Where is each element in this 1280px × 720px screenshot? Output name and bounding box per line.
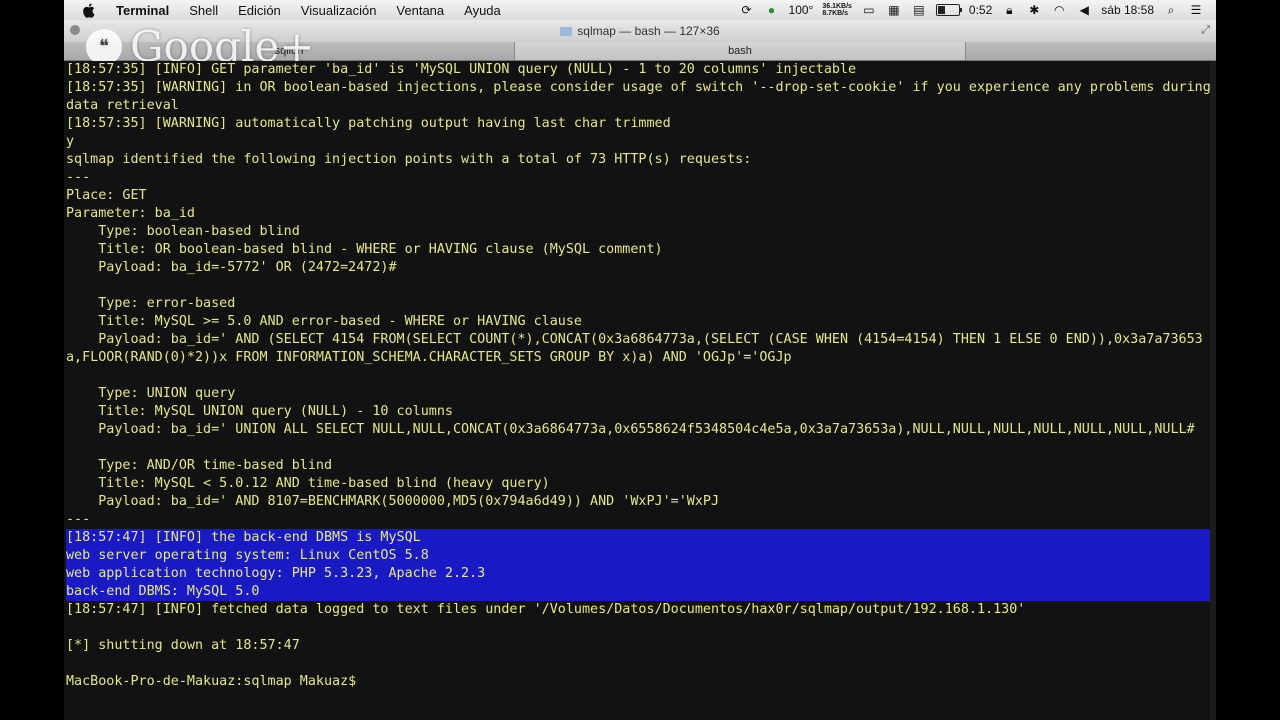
menu-edicion[interactable]: Edición bbox=[228, 3, 291, 18]
shell-prompt[interactable]: MacBook-Pro-de-Makuaz:sqlmap Makuaz$ bbox=[66, 673, 1212, 691]
hangouts-icon: ❝ bbox=[86, 28, 122, 65]
network-speed[interactable]: 36.1KB/s 8.7KB/s bbox=[822, 3, 852, 17]
output-line: [18:57:47] [INFO] fetched data logged to… bbox=[66, 602, 1026, 617]
status-area: ⟳ ● 100° 36.1KB/s 8.7KB/s ▭ ▦ ▤ 0:52 🔒︎ … bbox=[739, 2, 1216, 18]
output-line: Payload: ba_id=' AND (SELECT 4154 FROM(S… bbox=[66, 332, 1203, 365]
output-line: Title: MySQL >= 5.0 AND error-based - WH… bbox=[66, 314, 582, 329]
grid-icon[interactable]: ▦ bbox=[886, 2, 902, 18]
lock-icon[interactable]: 🔒︎ bbox=[1001, 2, 1017, 18]
output-line: Type: AND/OR time-based blind bbox=[66, 458, 333, 473]
output-line: --- bbox=[66, 512, 91, 527]
menu-shell[interactable]: Shell bbox=[179, 3, 228, 18]
volume-icon[interactable]: ◀︎ bbox=[1076, 2, 1092, 18]
net-up: 36.1KB/s bbox=[822, 3, 852, 10]
output-line: Payload: ba_id=' UNION ALL SELECT NULL,N… bbox=[66, 422, 1195, 437]
folder-icon bbox=[560, 26, 573, 36]
terminal-view[interactable]: [18:57:35] [INFO] GET parameter 'ba_id' … bbox=[64, 61, 1216, 720]
output-line: [18:57:35] [WARNING] in OR boolean-based… bbox=[66, 80, 1211, 113]
wifi-icon[interactable]: ◠ bbox=[1051, 2, 1067, 18]
output-line: Type: error-based bbox=[66, 296, 236, 311]
output-line: sqlmap identified the following injectio… bbox=[66, 152, 752, 167]
monitor-icon[interactable]: ▭ bbox=[861, 2, 877, 18]
zoom-level[interactable]: 100° bbox=[789, 3, 814, 17]
notifications-icon[interactable]: ☰ bbox=[1188, 2, 1204, 18]
window-icon[interactable]: ▤ bbox=[911, 2, 927, 18]
menubar: Terminal Shell Edición Visualización Ven… bbox=[64, 0, 1216, 21]
selected-output-line: [18:57:47] [INFO] the back-end DBMS is M… bbox=[66, 529, 1212, 547]
menu-visualizacion[interactable]: Visualización bbox=[291, 3, 387, 18]
battery-time[interactable]: 0:52 bbox=[969, 3, 992, 17]
output-line: Parameter: ba_id bbox=[66, 206, 195, 221]
output-line: Type: boolean-based blind bbox=[66, 224, 300, 239]
battery-icon[interactable] bbox=[935, 4, 962, 16]
sync-icon[interactable]: ⟳ bbox=[739, 2, 755, 18]
output-line: y bbox=[66, 134, 75, 149]
hangouts-status-icon[interactable]: ● bbox=[764, 2, 780, 18]
bluetooth-icon[interactable]: ✱ bbox=[1026, 2, 1042, 18]
output-line: [18:57:35] [INFO] GET parameter 'ba_id' … bbox=[66, 62, 857, 77]
search-icon[interactable]: ⌕ bbox=[1163, 2, 1179, 18]
output-line: Payload: ba_id=-5772' OR (2472=2472)# bbox=[66, 260, 397, 275]
menu-terminal[interactable]: Terminal bbox=[106, 3, 179, 18]
output-line: Title: OR boolean-based blind - WHERE or… bbox=[66, 242, 663, 257]
output-line: Place: GET bbox=[66, 188, 147, 203]
tab-bash[interactable]: bash bbox=[515, 42, 966, 60]
output-line: [*] shutting down at 18:57:47 bbox=[66, 638, 300, 653]
output-line: --- bbox=[66, 170, 91, 185]
tab-label: bash bbox=[728, 45, 752, 57]
clock[interactable]: sáb 18:58 bbox=[1101, 3, 1154, 17]
output-line: [18:57:35] [WARNING] automatically patch… bbox=[66, 116, 671, 131]
fullscreen-icon[interactable]: ⤢ bbox=[1201, 24, 1210, 37]
selected-output-line: back-end DBMS: MySQL 5.0 bbox=[66, 583, 1212, 601]
scrollbar[interactable] bbox=[1210, 61, 1216, 720]
close-icon[interactable] bbox=[70, 25, 80, 35]
terminal-output: [18:57:35] [INFO] GET parameter 'ba_id' … bbox=[66, 61, 1212, 691]
net-down: 8.7KB/s bbox=[822, 10, 849, 17]
selected-output-line: web application technology: PHP 5.3.23, … bbox=[66, 565, 1212, 583]
output-line: Type: UNION query bbox=[66, 386, 236, 401]
apple-icon[interactable] bbox=[82, 2, 96, 18]
menu-ventana[interactable]: Ventana bbox=[386, 3, 454, 18]
menu-ayuda[interactable]: Ayuda bbox=[454, 3, 511, 18]
selected-output-line: web server operating system: Linux CentO… bbox=[66, 547, 1212, 565]
output-line: Title: MySQL < 5.0.12 AND time-based bli… bbox=[66, 476, 550, 491]
output-line: Title: MySQL UNION query (NULL) - 10 col… bbox=[66, 404, 453, 419]
output-line: Payload: ba_id=' AND 8107=BENCHMARK(5000… bbox=[66, 494, 720, 509]
window-title: sqlmap — bash — 127×36 bbox=[577, 24, 720, 38]
